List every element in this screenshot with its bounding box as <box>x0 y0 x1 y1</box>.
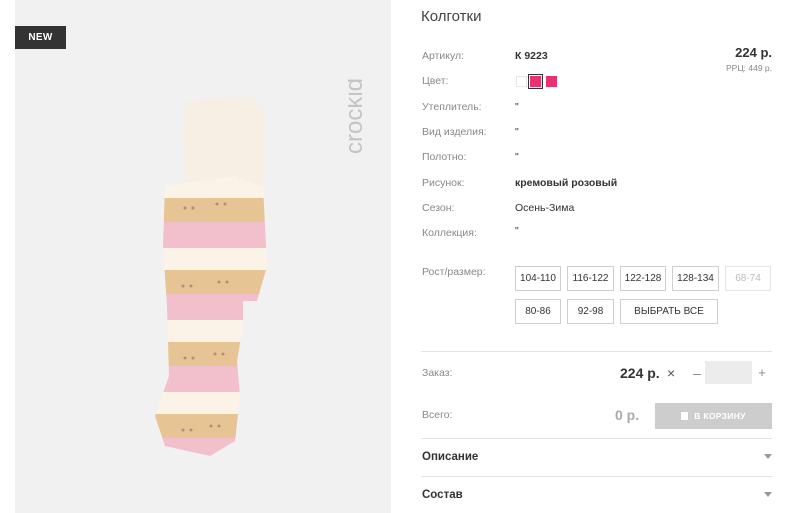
product-photo[interactable]: NEW crockid <box>15 0 391 513</box>
size-68-74[interactable]: 68-74 <box>725 266 771 291</box>
size-122-128[interactable]: 122-128 <box>620 266 666 291</box>
rrp-price: РРЦ: 449 р. <box>726 63 772 73</box>
size-104-110[interactable]: 104-110 <box>515 266 561 291</box>
prop-label-fabric: Полотно: <box>422 151 467 163</box>
size-92-98[interactable]: 92-98 <box>567 299 614 324</box>
accordion-composition[interactable]: Состав <box>422 489 463 501</box>
add-to-cart-button[interactable]: В КОРЗИНУ <box>655 403 772 429</box>
prop-label-pattern: Рисунок: <box>422 177 465 189</box>
product-title: Колготки <box>421 8 482 25</box>
divider <box>421 438 772 439</box>
color-swatch-pink[interactable] <box>546 76 557 87</box>
prop-label-article: Артикул: <box>422 50 465 62</box>
chevron-down-icon[interactable] <box>764 454 772 459</box>
prop-label-insulation: Утеплитель: <box>422 101 482 113</box>
quantity-input[interactable] <box>705 361 752 384</box>
quantity-plus-button[interactable]: + <box>756 365 768 380</box>
new-badge: NEW <box>15 26 66 49</box>
size-116-122[interactable]: 116-122 <box>567 266 614 291</box>
add-to-cart-label: В КОРЗИНУ <box>694 411 746 421</box>
brand-logo-text: crockid <box>348 78 368 154</box>
bag-icon <box>681 412 689 420</box>
size-80-86[interactable]: 80-86 <box>515 299 561 324</box>
total-label: Всего: <box>422 409 453 421</box>
color-swatch-white[interactable] <box>516 76 527 87</box>
prop-label-season: Сезон: <box>422 202 455 214</box>
prop-label-type: Вид изделия: <box>422 126 487 138</box>
quantity-minus-button[interactable]: – <box>691 365 703 381</box>
prop-value-collection: " <box>515 225 519 237</box>
tights-image <box>155 96 267 456</box>
order-label: Заказ: <box>422 367 453 379</box>
prop-value-fabric: " <box>515 151 519 163</box>
chevron-down-icon[interactable] <box>764 492 772 497</box>
total-value: 0 р. <box>615 407 640 423</box>
divider <box>421 476 772 477</box>
prop-value-insulation: " <box>515 101 519 113</box>
prop-value-article: К 9223 <box>515 50 548 62</box>
prop-value-type: " <box>515 126 519 138</box>
divider <box>421 351 772 352</box>
prop-value-season: Осень-Зима <box>515 202 575 214</box>
order-price: 224 р. <box>620 365 660 381</box>
size-128-134[interactable]: 128-134 <box>672 266 719 291</box>
prop-label-collection: Коллекция: <box>422 227 477 239</box>
color-swatch-pink-selected[interactable] <box>528 74 543 89</box>
accordion-description[interactable]: Описание <box>422 451 478 463</box>
prop-value-pattern: кремовый розовый <box>515 177 618 189</box>
times-icon: × <box>667 365 676 381</box>
prop-label-color: Цвет: <box>422 75 449 87</box>
brand-logo: crockid <box>348 78 368 154</box>
select-all-button[interactable]: ВЫБРАТЬ ВСЕ <box>620 299 718 324</box>
price: 224 р. <box>735 45 772 60</box>
size-label: Рост/размер: <box>422 266 486 278</box>
